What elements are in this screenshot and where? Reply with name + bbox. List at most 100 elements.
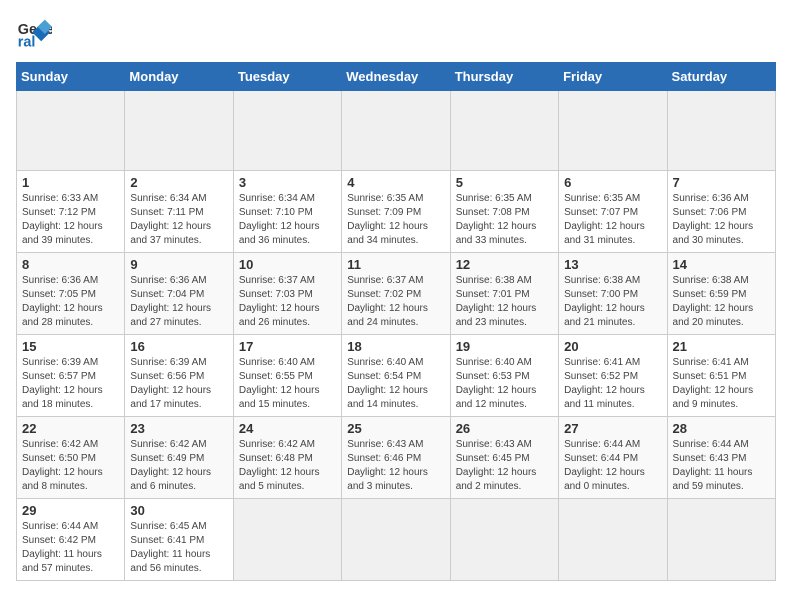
col-header-thursday: Thursday bbox=[450, 63, 558, 91]
day-info: Sunrise: 6:39 AM Sunset: 6:56 PM Dayligh… bbox=[130, 356, 227, 412]
calendar-cell: 5Sunrise: 6:35 AM Sunset: 7:08 PM Daylig… bbox=[450, 171, 558, 253]
day-info: Sunrise: 6:34 AM Sunset: 7:11 PM Dayligh… bbox=[130, 192, 227, 248]
col-header-saturday: Saturday bbox=[667, 63, 775, 91]
week-row-1: 1 Sunrise: 6:33 AM Sunset: 7:12 PM Daylig… bbox=[17, 171, 776, 253]
calendar-cell bbox=[233, 91, 341, 171]
calendar-cell: 27 Sunrise: 6:44 AM Sunset: 6:44 PM Dayli… bbox=[559, 417, 667, 499]
calendar-cell: 30 Sunrise: 6:45 AM Sunset: 6:41 PM Dayli… bbox=[125, 499, 233, 581]
calendar-cell bbox=[342, 499, 450, 581]
day-info: Sunrise: 6:34 AM Sunset: 7:10 PM Dayligh… bbox=[239, 192, 336, 248]
day-number: 16 bbox=[130, 339, 227, 354]
col-header-wednesday: Wednesday bbox=[342, 63, 450, 91]
col-header-friday: Friday bbox=[559, 63, 667, 91]
day-number: 8 bbox=[22, 257, 119, 272]
day-number: 4 bbox=[347, 175, 444, 190]
day-number: 5 bbox=[456, 175, 553, 190]
week-row-0 bbox=[17, 91, 776, 171]
calendar-cell bbox=[559, 499, 667, 581]
calendar-cell: 9 Sunrise: 6:36 AM Sunset: 7:04 PM Daylig… bbox=[125, 253, 233, 335]
day-info: Sunrise: 6:41 AM Sunset: 6:51 PM Dayligh… bbox=[673, 356, 770, 412]
svg-text:ral: ral bbox=[18, 35, 36, 51]
col-header-monday: Monday bbox=[125, 63, 233, 91]
calendar-cell bbox=[342, 91, 450, 171]
day-number: 21 bbox=[673, 339, 770, 354]
calendar-cell: 26 Sunrise: 6:43 AM Sunset: 6:45 PM Dayli… bbox=[450, 417, 558, 499]
day-number: 11 bbox=[347, 257, 444, 272]
col-header-sunday: Sunday bbox=[17, 63, 125, 91]
calendar-cell: 2 Sunrise: 6:34 AM Sunset: 7:11 PM Daylig… bbox=[125, 171, 233, 253]
day-info: Sunrise: 6:44 AM Sunset: 6:42 PM Dayligh… bbox=[22, 520, 119, 576]
day-number: 19 bbox=[456, 339, 553, 354]
calendar-cell: 28 Sunrise: 6:44 AM Sunset: 6:43 PM Dayli… bbox=[667, 417, 775, 499]
calendar-cell: 6Sunrise: 6:35 AM Sunset: 7:07 PM Daylig… bbox=[559, 171, 667, 253]
day-info: Sunrise: 6:36 AM Sunset: 7:04 PM Dayligh… bbox=[130, 274, 227, 330]
day-number: 9 bbox=[130, 257, 227, 272]
calendar-cell: 8Sunrise: 6:36 AM Sunset: 7:05 PM Daylig… bbox=[17, 253, 125, 335]
day-info: Sunrise: 6:35 AM Sunset: 7:09 PM Dayligh… bbox=[347, 192, 444, 248]
day-number: 28 bbox=[673, 421, 770, 436]
calendar-cell: 14Sunrise: 6:38 AM Sunset: 6:59 PM Dayli… bbox=[667, 253, 775, 335]
day-info: Sunrise: 6:36 AM Sunset: 7:06 PM Dayligh… bbox=[673, 192, 770, 248]
calendar-cell: 11 Sunrise: 6:37 AM Sunset: 7:02 PM Dayli… bbox=[342, 253, 450, 335]
calendar-cell: 4 Sunrise: 6:35 AM Sunset: 7:09 PM Daylig… bbox=[342, 171, 450, 253]
day-number: 1 bbox=[22, 175, 119, 190]
day-info: Sunrise: 6:37 AM Sunset: 7:02 PM Dayligh… bbox=[347, 274, 444, 330]
day-number: 18 bbox=[347, 339, 444, 354]
week-row-2: 8Sunrise: 6:36 AM Sunset: 7:05 PM Daylig… bbox=[17, 253, 776, 335]
day-number: 7 bbox=[673, 175, 770, 190]
week-row-4: 22Sunrise: 6:42 AM Sunset: 6:50 PM Dayli… bbox=[17, 417, 776, 499]
day-number: 26 bbox=[456, 421, 553, 436]
calendar-cell: 21 Sunrise: 6:41 AM Sunset: 6:51 PM Dayli… bbox=[667, 335, 775, 417]
day-info: Sunrise: 6:44 AM Sunset: 6:43 PM Dayligh… bbox=[673, 438, 770, 494]
day-number: 14 bbox=[673, 257, 770, 272]
day-number: 30 bbox=[130, 503, 227, 518]
calendar-cell bbox=[125, 91, 233, 171]
day-info: Sunrise: 6:43 AM Sunset: 6:45 PM Dayligh… bbox=[456, 438, 553, 494]
week-row-3: 15 Sunrise: 6:39 AM Sunset: 6:57 PM Dayli… bbox=[17, 335, 776, 417]
day-number: 6 bbox=[564, 175, 661, 190]
day-number: 15 bbox=[22, 339, 119, 354]
calendar-cell: 19 Sunrise: 6:40 AM Sunset: 6:53 PM Dayli… bbox=[450, 335, 558, 417]
col-header-tuesday: Tuesday bbox=[233, 63, 341, 91]
calendar-cell: 25Sunrise: 6:43 AM Sunset: 6:46 PM Dayli… bbox=[342, 417, 450, 499]
day-number: 3 bbox=[239, 175, 336, 190]
calendar-cell: 22Sunrise: 6:42 AM Sunset: 6:50 PM Dayli… bbox=[17, 417, 125, 499]
calendar-cell: 15 Sunrise: 6:39 AM Sunset: 6:57 PM Dayli… bbox=[17, 335, 125, 417]
calendar-cell: 18 Sunrise: 6:40 AM Sunset: 6:54 PM Dayli… bbox=[342, 335, 450, 417]
day-info: Sunrise: 6:42 AM Sunset: 6:50 PM Dayligh… bbox=[22, 438, 119, 494]
day-info: Sunrise: 6:38 AM Sunset: 7:01 PM Dayligh… bbox=[456, 274, 553, 330]
day-number: 23 bbox=[130, 421, 227, 436]
day-info: Sunrise: 6:37 AM Sunset: 7:03 PM Dayligh… bbox=[239, 274, 336, 330]
day-number: 25 bbox=[347, 421, 444, 436]
day-info: Sunrise: 6:42 AM Sunset: 6:48 PM Dayligh… bbox=[239, 438, 336, 494]
calendar-cell: 3 Sunrise: 6:34 AM Sunset: 7:10 PM Daylig… bbox=[233, 171, 341, 253]
day-number: 29 bbox=[22, 503, 119, 518]
calendar-cell bbox=[450, 91, 558, 171]
calendar-cell bbox=[450, 499, 558, 581]
week-row-5: 29 Sunrise: 6:44 AM Sunset: 6:42 PM Dayli… bbox=[17, 499, 776, 581]
calendar-table: SundayMondayTuesdayWednesdayThursdayFrid… bbox=[16, 62, 776, 581]
calendar-cell: 17Sunrise: 6:40 AM Sunset: 6:55 PM Dayli… bbox=[233, 335, 341, 417]
calendar-cell bbox=[667, 91, 775, 171]
header: Gene ral bbox=[16, 16, 776, 52]
day-info: Sunrise: 6:41 AM Sunset: 6:52 PM Dayligh… bbox=[564, 356, 661, 412]
calendar-cell: 23 Sunrise: 6:42 AM Sunset: 6:49 PM Dayli… bbox=[125, 417, 233, 499]
day-info: Sunrise: 6:33 AM Sunset: 7:12 PM Dayligh… bbox=[22, 192, 119, 248]
day-info: Sunrise: 6:39 AM Sunset: 6:57 PM Dayligh… bbox=[22, 356, 119, 412]
day-info: Sunrise: 6:45 AM Sunset: 6:41 PM Dayligh… bbox=[130, 520, 227, 576]
calendar-cell: 16 Sunrise: 6:39 AM Sunset: 6:56 PM Dayli… bbox=[125, 335, 233, 417]
day-info: Sunrise: 6:44 AM Sunset: 6:44 PM Dayligh… bbox=[564, 438, 661, 494]
header-row: SundayMondayTuesdayWednesdayThursdayFrid… bbox=[17, 63, 776, 91]
calendar-cell: 12 Sunrise: 6:38 AM Sunset: 7:01 PM Dayli… bbox=[450, 253, 558, 335]
day-number: 10 bbox=[239, 257, 336, 272]
calendar-cell: 1 Sunrise: 6:33 AM Sunset: 7:12 PM Daylig… bbox=[17, 171, 125, 253]
day-number: 27 bbox=[564, 421, 661, 436]
calendar-cell: 20Sunrise: 6:41 AM Sunset: 6:52 PM Dayli… bbox=[559, 335, 667, 417]
day-info: Sunrise: 6:40 AM Sunset: 6:54 PM Dayligh… bbox=[347, 356, 444, 412]
day-info: Sunrise: 6:42 AM Sunset: 6:49 PM Dayligh… bbox=[130, 438, 227, 494]
day-number: 2 bbox=[130, 175, 227, 190]
day-info: Sunrise: 6:40 AM Sunset: 6:53 PM Dayligh… bbox=[456, 356, 553, 412]
day-number: 12 bbox=[456, 257, 553, 272]
day-number: 24 bbox=[239, 421, 336, 436]
day-number: 13 bbox=[564, 257, 661, 272]
